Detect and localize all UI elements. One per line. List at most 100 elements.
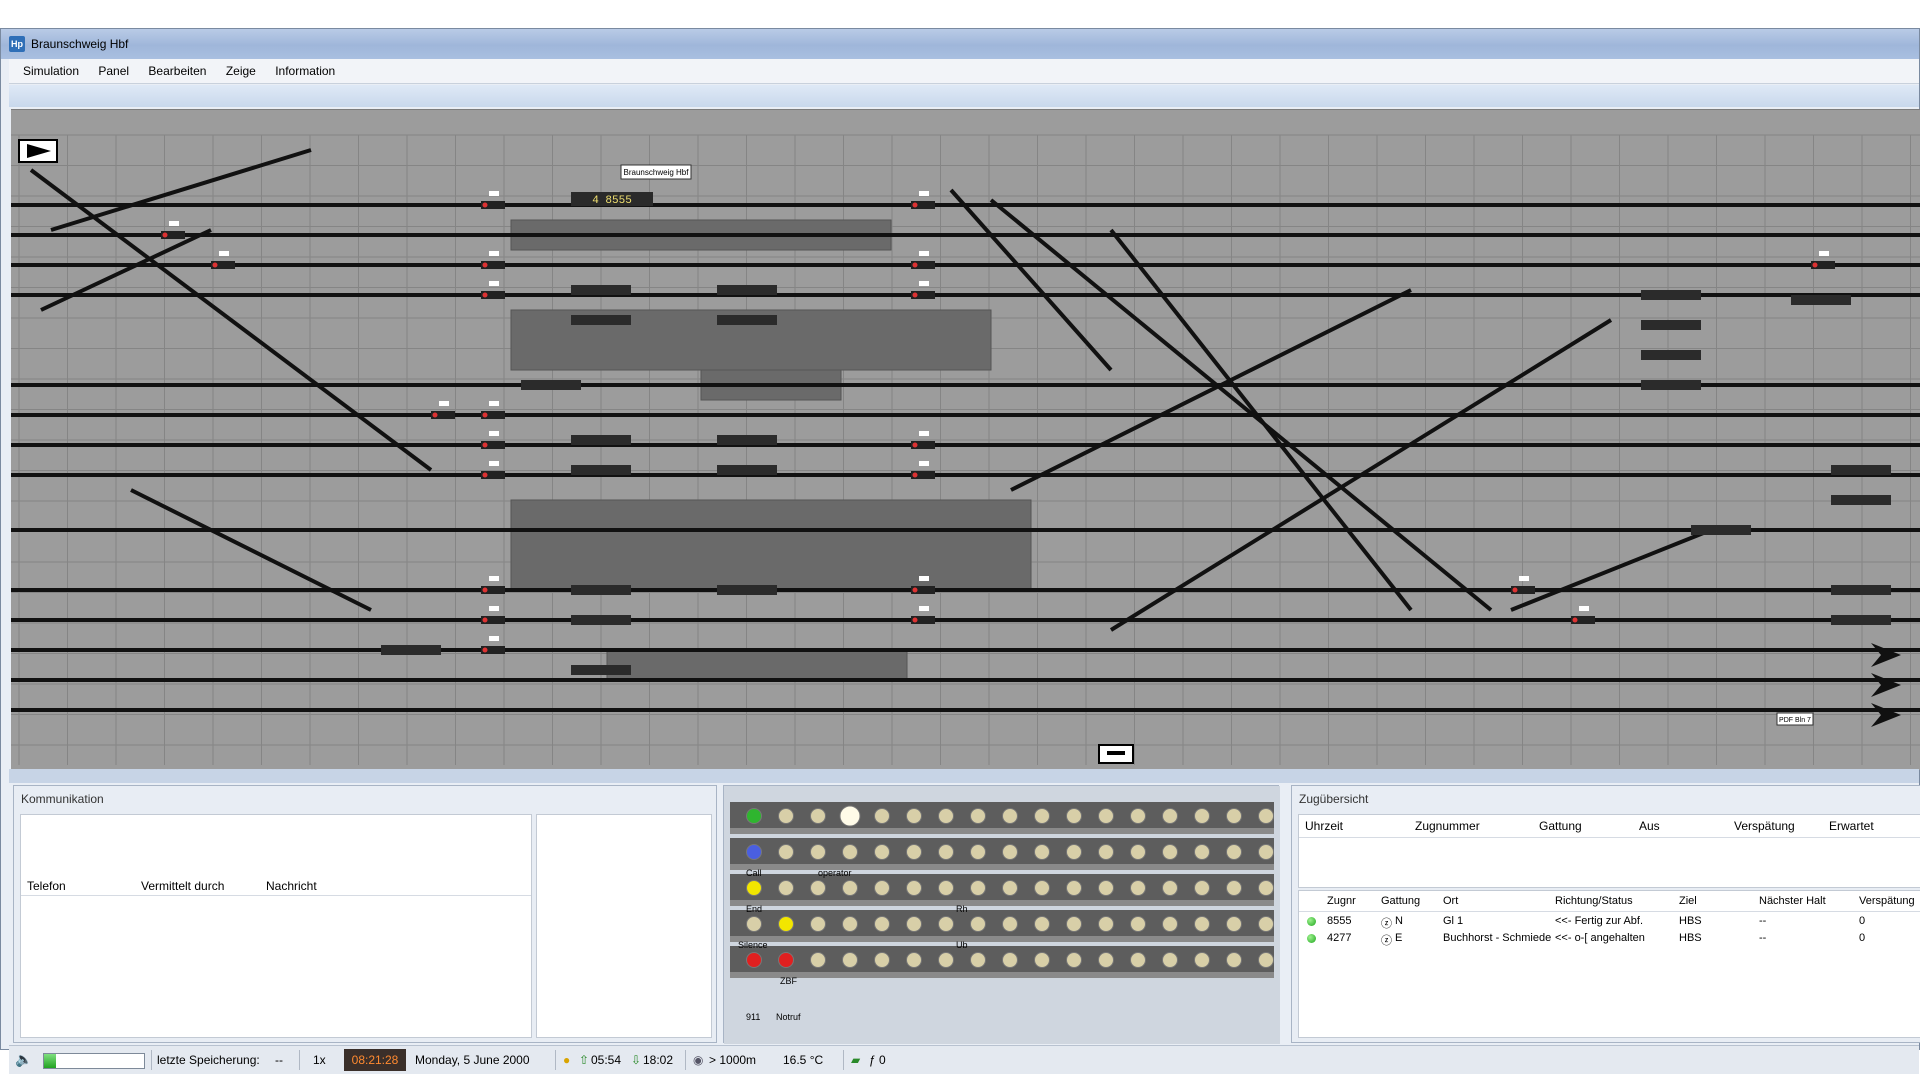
lamp-row-divider [730,828,1274,834]
col-uhrzeit[interactable]: Uhrzeit [1305,819,1343,833]
lamp-operator [839,805,861,827]
col-aus[interactable]: Aus [1639,819,1660,833]
col-richtung[interactable]: Richtung/Status [1555,895,1633,907]
lamp-off [874,808,890,824]
lamp-off [1098,880,1114,896]
lamp-off [874,916,890,932]
menu-panel[interactable]: Panel [90,59,137,83]
signal-light-red [482,412,488,418]
col-zugnr[interactable]: Zugnr [1327,895,1356,907]
signal-label [489,251,499,256]
speed-value[interactable]: 1x [313,1053,326,1067]
sunset-arrow-icon: ⇩ [631,1053,642,1067]
lamp-off [970,952,986,968]
signal-light-red [432,412,438,418]
lamp-off [1098,808,1114,824]
lamp-off [1162,916,1178,932]
signal-light-red [482,442,488,448]
col-vermittelt[interactable]: Vermittelt durch [141,879,224,893]
table-row[interactable]: 4277 ⓩ E Buchhorst - Schmiede <<- o-[ an… [1299,930,1920,947]
col-telefon[interactable]: Telefon [27,879,66,893]
signal-label [919,461,929,466]
lamp-off [1162,880,1178,896]
date-value: Monday, 5 June 2000 [415,1053,530,1067]
lamp-off [970,844,986,860]
occupied-section [1831,585,1891,595]
lamp-idle [746,916,762,932]
signal-label [489,401,499,406]
lamp-off [938,844,954,860]
train-list[interactable]: Zugnr Gattung Ort Richtung/Status Ziel N… [1298,890,1920,1038]
message-list[interactable]: Telefon Vermittelt durch Nachricht [20,814,532,1038]
lamp-off [906,844,922,860]
col-erwartet[interactable]: Erwartet [1829,819,1874,833]
cell-ort: Buchhorst - Schmiede [1443,932,1552,944]
lamp-label-zbf: ZBF [780,976,797,986]
col-verspaetung-top[interactable]: Verspätung [1734,819,1795,833]
sunrise-time: 05:54 [591,1053,622,1067]
signal-label [1579,606,1589,611]
message-list-header: Telefon Vermittelt durch Nachricht [21,875,531,896]
table-row[interactable]: 8555 ⓩ N Gl 1 <<- Fertig zur Abf. HBS --… [1299,913,1920,930]
col-ziel[interactable]: Ziel [1679,895,1697,907]
lamp-notruf [778,952,794,968]
simulation-clock: 08:21:28 [344,1049,406,1071]
lamp-off [1258,844,1274,860]
occupied-section [571,585,631,595]
menu-information[interactable]: Information [267,59,343,83]
col-zugnummer[interactable]: Zugnummer [1415,819,1480,833]
signal-label [919,251,929,256]
signal-light-red [482,587,488,593]
signal-label [919,191,929,196]
col-nachricht[interactable]: Nachricht [266,879,317,893]
train-type-icon: ⓩ [1381,935,1392,947]
cell-status: <<- Fertig zur Abf. [1555,915,1644,927]
cell-ziel: HBS [1679,932,1702,944]
status-dot-icon [1307,917,1316,926]
signal-label [919,576,929,581]
train-count-icon: ▰ [851,1053,861,1067]
lamp-off [810,880,826,896]
col-ort[interactable]: Ort [1443,895,1458,907]
cell-verspaetung: 0 [1859,932,1866,944]
lamp-off [1194,880,1210,896]
lamp-off [1130,880,1146,896]
signal-label [489,636,499,641]
cell-gattung: N [1395,915,1403,927]
track-board[interactable]: Braunschweig Hbf 4 8555 PDF Bln 7 [11,109,1920,770]
occupied-section [521,380,581,390]
speaker-icon[interactable]: 🔈 [15,1051,32,1068]
lamp-off [778,844,794,860]
timetable-list[interactable]: Uhrzeit Zugnummer Gattung Aus Verspätung… [1298,814,1920,888]
lamp-off [1130,952,1146,968]
signal-label [1519,576,1529,581]
scroll-box-icon[interactable] [1098,744,1134,764]
message-detail[interactable] [536,814,712,1038]
lamp-off [1194,952,1210,968]
lamp-off [938,808,954,824]
lamp-off [1066,844,1082,860]
occupied-section [1641,350,1701,360]
signal-light-red [912,262,918,268]
col-gattung[interactable]: Gattung [1381,895,1420,907]
board-header-strip [9,85,1919,107]
signal-label [919,606,929,611]
lamp-off [1098,844,1114,860]
lamp-off [1066,808,1082,824]
col-gattung-top[interactable]: Gattung [1539,819,1582,833]
lamp-off [1258,952,1274,968]
lamp-off [906,952,922,968]
lamp-off [874,844,890,860]
menu-zeige[interactable]: Zeige [218,59,264,83]
play-button[interactable] [18,139,58,163]
signal-label [169,221,179,226]
save-progress-bar [43,1053,145,1069]
lamp-label-silence: Silence [738,940,768,950]
col-verspaetung[interactable]: Verspätung [1859,895,1915,907]
menu-simulation[interactable]: Simulation [15,59,87,83]
menu-bearbeiten[interactable]: Bearbeiten [140,59,214,83]
zuguebersicht-title: Zugübersicht [1299,792,1369,806]
lamp-off [1098,916,1114,932]
lamp-off [1002,880,1018,896]
col-naechster-halt[interactable]: Nächster Halt [1759,895,1826,907]
